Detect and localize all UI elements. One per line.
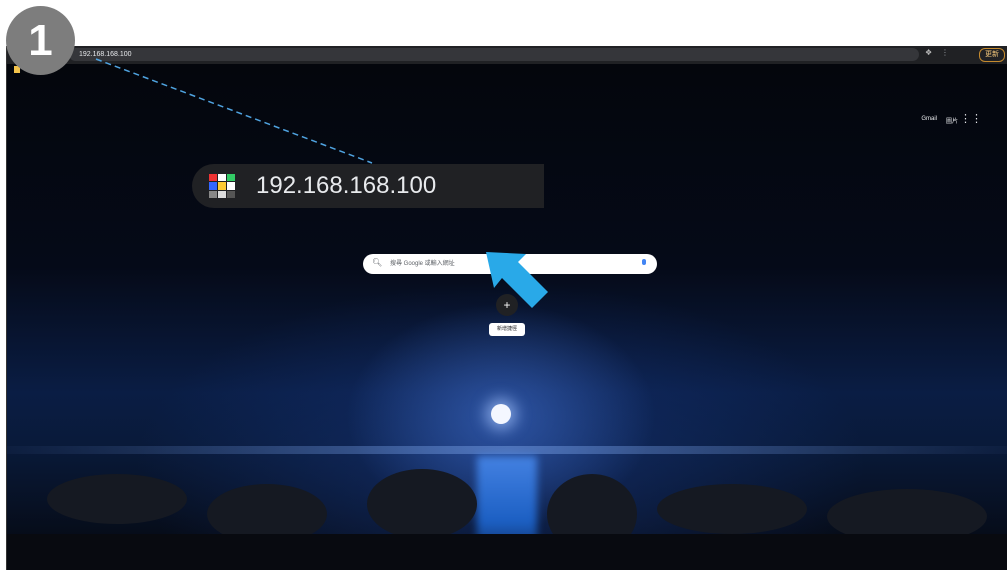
gmail-link[interactable]: Gmail: [921, 116, 937, 122]
rock-shape: [367, 469, 477, 539]
router-favicon-icon: [209, 174, 235, 198]
browser-window: Gmail 圖片 ⋮⋮ 🔍︎ 搜尋 Google 或輸入網址 + 新增捷徑 19…: [6, 46, 1007, 570]
plus-icon: +: [503, 298, 511, 312]
address-bar-url[interactable]: 192.168.168.100: [79, 48, 132, 61]
search-input[interactable]: 🔍︎ 搜尋 Google 或輸入網址: [363, 254, 657, 274]
step-number-badge: 1: [6, 6, 75, 75]
moon-image: [491, 404, 511, 424]
extensions-icon[interactable]: ❖: [925, 48, 932, 57]
rock-shape: [7, 534, 1007, 570]
new-tab-background: Gmail 圖片 ⋮⋮ 🔍︎ 搜尋 Google 或輸入網址 + 新增捷徑: [7, 64, 1007, 570]
address-bar[interactable]: 192.168.168.100: [69, 48, 919, 61]
horizon-glow: [7, 446, 1007, 454]
browser-toolbar: 192.168.168.100 ❖ ⋮ 更新: [7, 46, 1007, 64]
images-link[interactable]: 圖片: [946, 116, 958, 125]
rock-shape: [657, 484, 807, 534]
add-shortcut-label[interactable]: 新增捷徑: [489, 323, 525, 336]
search-placeholder: 搜尋 Google 或輸入網址: [390, 261, 455, 267]
kebab-menu-icon[interactable]: ⋮: [941, 48, 949, 57]
zoomed-address-bar-callout: 192.168.168.100: [192, 164, 544, 208]
rock-shape: [47, 474, 187, 524]
search-icon: 🔍︎: [372, 258, 383, 267]
add-shortcut-button[interactable]: +: [496, 294, 518, 316]
microphone-icon[interactable]: [642, 259, 646, 265]
update-button[interactable]: 更新: [979, 48, 1005, 62]
apps-grid-icon[interactable]: ⋮⋮: [960, 112, 982, 125]
zoomed-url-text: 192.168.168.100: [256, 172, 437, 199]
